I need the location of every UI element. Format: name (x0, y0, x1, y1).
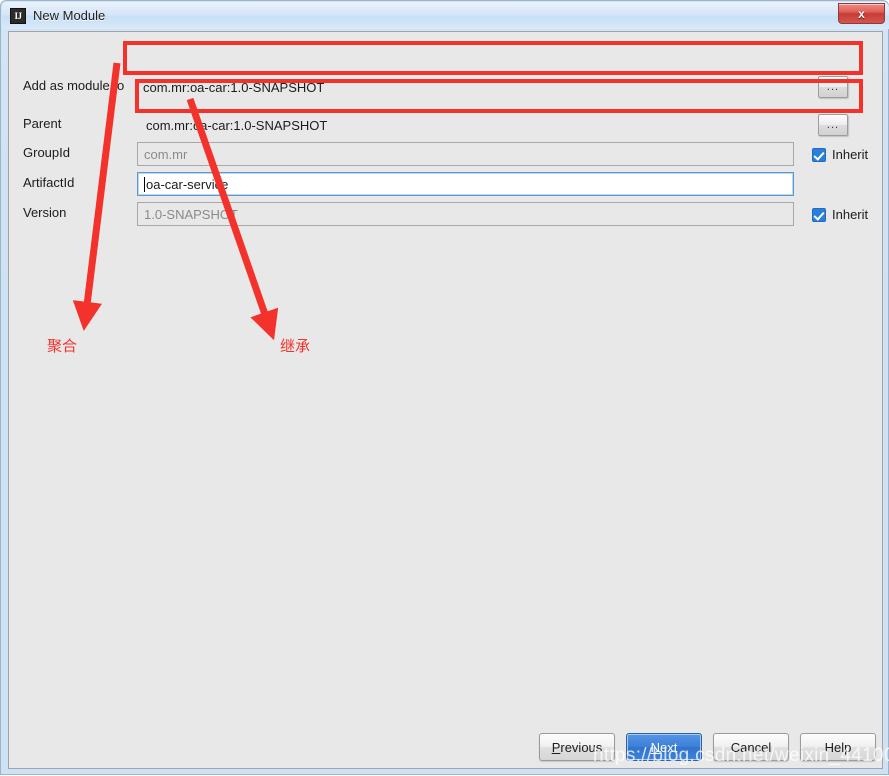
version-inherit-row[interactable]: Inherit (812, 207, 868, 222)
version-inherit-label: Inherit (832, 207, 869, 222)
label-artifactid: ArtifactId (23, 175, 75, 190)
version-inherit-checkbox[interactable] (812, 207, 826, 222)
parent-field[interactable]: com.mr:oa-car:1.0-SNAPSHOT (140, 113, 816, 137)
new-module-dialog: IJ New Module x Add as module to com.mr:… (0, 0, 889, 775)
next-button[interactable]: Next (626, 733, 702, 761)
add-as-module-to-browse-button[interactable]: ... (818, 76, 848, 98)
parent-value: com.mr:oa-car:1.0-SNAPSHOT (146, 117, 328, 133)
version-field[interactable]: 1.0-SNAPSHOT (137, 202, 794, 226)
artifactid-input[interactable]: oa-car-service (137, 172, 794, 196)
label-add-as-module-to: Add as module to (23, 78, 125, 93)
add-as-module-to-field[interactable]: com.mr:oa-car:1.0-SNAPSHOT (137, 75, 817, 99)
groupid-inherit-checkbox[interactable] (812, 147, 826, 162)
close-icon[interactable]: x (838, 3, 885, 24)
add-as-module-to-value: com.mr:oa-car:1.0-SNAPSHOT (143, 79, 325, 95)
groupid-value: com.mr (144, 146, 188, 162)
label-groupid: GroupId (23, 145, 70, 160)
annotation-note-inheritance: 继承 (280, 337, 311, 355)
groupid-inherit-row[interactable]: Inherit (812, 147, 868, 162)
help-button[interactable]: Help (800, 733, 876, 761)
window-title: New Module (33, 8, 106, 23)
previous-button[interactable]: Previous (539, 733, 615, 761)
annotation-note-aggregation: 聚合 (47, 337, 78, 355)
cancel-button[interactable]: Cancel (713, 733, 789, 761)
title-bar: IJ New Module x (2, 2, 889, 29)
parent-browse-button[interactable]: ... (818, 114, 848, 136)
dialog-client-area: Add as module to com.mr:oa-car:1.0-SNAPS… (8, 31, 883, 769)
version-value: 1.0-SNAPSHOT (144, 206, 238, 222)
next-button-label: Next (650, 739, 678, 755)
label-version: Version (23, 205, 67, 220)
text-caret (144, 177, 145, 192)
previous-button-label: Previous (551, 739, 603, 755)
intellij-idea-icon: IJ (10, 7, 26, 24)
groupid-inherit-label: Inherit (832, 147, 869, 162)
artifactid-value: oa-car-service (146, 176, 229, 192)
label-parent: Parent (23, 116, 62, 131)
groupid-field[interactable]: com.mr (137, 142, 794, 166)
